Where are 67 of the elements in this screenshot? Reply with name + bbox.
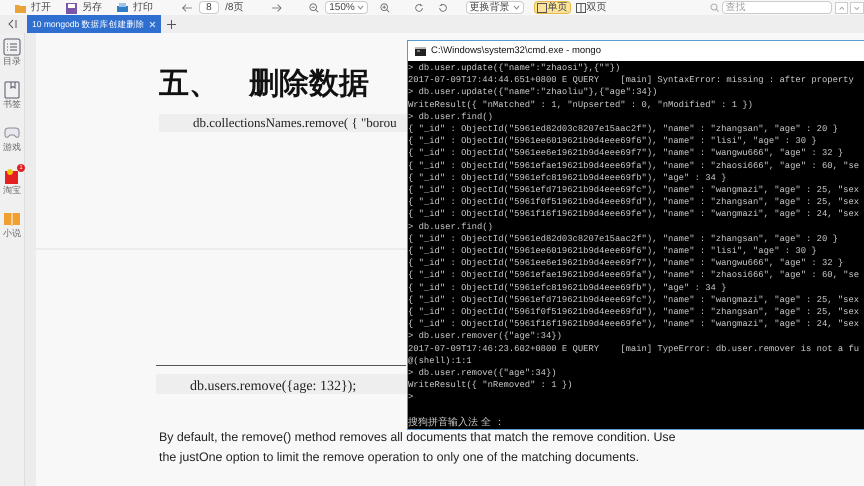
- view-mode-button[interactable]: 单页: [534, 1, 571, 14]
- console-line: >: [408, 391, 414, 404]
- collapse-icon[interactable]: [7, 19, 19, 29]
- search-field[interactable]: 查找: [722, 1, 832, 14]
- right-arrow-icon[interactable]: [271, 2, 284, 12]
- console-line: { "_id" : ObjectId("5961ee6019621b9d4eee69f6"), "name" : "lisi", "age" : 30 }: [408, 135, 818, 148]
- console-line: { "_id" : ObjectId("5961efae19621b9d4eee69fa"), "name" : "zhaosi666", "age" : 60, "se: [408, 160, 860, 172]
- console-line: > db.user.remove({"age":34}): [408, 367, 558, 380]
- window-title: C:\Windows\system32\cmd.exe - mongo: [431, 44, 602, 58]
- toolbar-button[interactable]: 打印: [116, 2, 153, 14]
- console-line: > db.user.update({"name":"zhaoliu"},{"age":34}): [408, 86, 658, 99]
- console-line: > db.user.find(): [408, 220, 494, 233]
- toolbar-button[interactable]: 打开: [14, 2, 51, 14]
- caret-icon[interactable]: [512, 5, 520, 10]
- two-page-icon[interactable]: [576, 2, 586, 12]
- heading-number: 五、: [159, 67, 219, 101]
- sidebar-item[interactable]: 书签: [3, 81, 21, 110]
- single-page-icon[interactable]: [536, 2, 547, 12]
- toolbar-button[interactable]: 另存: [65, 2, 102, 14]
- console-line: { "_id" : ObjectId("5961ed82d03c8207e15aac2f"), "name" : "zhangsan", "age" : 20 }: [408, 123, 839, 136]
- rotate-icon[interactable]: [414, 2, 424, 14]
- console-line: WriteResult({ "nMatched" : 1, "nUpserted" : 0, "nModified" : 1 }): [408, 98, 754, 111]
- console-line: { "_id" : ObjectId("5961efc819621b9d4eee69fb"), "age" : 34 }: [408, 172, 728, 184]
- console-line: { "_id" : ObjectId("5961ee6e19621b9d4eee69f7"), "name" : "wangwu666", "age" : 32 }: [408, 147, 844, 160]
- bookmark-icon[interactable]: [3, 81, 21, 99]
- list-icon[interactable]: [3, 38, 21, 56]
- document-tab[interactable]: 10 mongodb 数据库创建删除: [27, 15, 161, 33]
- console-line: > db.user.update({"name":"zhaosi"},{""}): [408, 62, 622, 74]
- paragraph-line: By default, the remove() method removes all documents that match the remove condition. Use: [159, 429, 677, 446]
- sidebar-item[interactable]: 游戏: [3, 124, 21, 153]
- printer-icon[interactable]: [116, 2, 129, 14]
- terminal-icon[interactable]: [415, 46, 426, 56]
- left-arrow-icon[interactable]: [181, 2, 193, 12]
- zoom-in-icon[interactable]: [380, 2, 390, 14]
- page-total: /8页: [225, 2, 244, 14]
- console-line: WriteResult({ "nRemoved" : 1 }): [408, 379, 574, 392]
- gift-box-icon[interactable]: [3, 167, 21, 185]
- page-number-field[interactable]: 8: [198, 1, 220, 14]
- console-line: { "_id" : ObjectId("5961ee6019621b9d4eee69f6"), "name" : "lisi", "age" : 30 }: [408, 245, 818, 258]
- sidebar-item[interactable]: 目录: [3, 38, 21, 67]
- caret-icon[interactable]: [357, 5, 364, 10]
- console-line: { "_id" : ObjectId("5961efd719621b9d4eee69fc"), "name" : "wangmazi", "age" : 25, "sex: [408, 294, 860, 306]
- zoom-dropdown[interactable]: 150%: [325, 1, 368, 14]
- paragraph-line: the justOne option to limit the remove operation to only one of the matching documents.: [159, 449, 640, 466]
- console-line: 2017-07-09T17:46:23.602+0800 E QUERY [main] TypeError: db.user.remover is not a fu: [408, 342, 860, 355]
- console-line: 2017-07-09T17:44:44.651+0800 E QUERY [main] SyntaxError: missing : after property: [408, 74, 855, 86]
- console-line: { "_id" : ObjectId("5961ee6e19621b9d4eee69f7"), "name" : "wangwu666", "age" : 32 }: [408, 257, 844, 270]
- console-line: { "_id" : ObjectId("5961f0f519621b9d4eee69fd"), "name" : "zhangsan", "age" : 25, "sex: [408, 196, 860, 208]
- plus-icon[interactable]: [167, 20, 176, 28]
- console-line: { "_id" : ObjectId("5961f16f19621b9d4eee69fe"), "name" : "wangmazi", "age" : 24, "sex: [408, 318, 860, 330]
- rotate-icon[interactable]: [438, 2, 448, 14]
- console-line: > db.user.find(): [408, 110, 494, 124]
- console-line: > db.user.remover({"age":34}): [408, 330, 563, 343]
- view-mode-button[interactable]: 双页: [572, 1, 610, 14]
- heading: 删除数据: [249, 67, 369, 101]
- console-line: { "_id" : ObjectId("5961f16f19621b9d4eee69fe"), "name" : "wangmazi", "age" : 24, "sex: [408, 208, 860, 221]
- background-dropdown[interactable]: 更换背景: [466, 1, 524, 14]
- sidebar-item[interactable]: 小说: [3, 210, 21, 239]
- console-line: { "_id" : ObjectId("5961efd719621b9d4eee69fc"), "name" : "wangmazi", "age" : 25, "sex: [408, 184, 860, 196]
- console-line: { "_id" : ObjectId("5961efc819621b9d4eee69fb"), "age" : 34 }: [408, 282, 728, 294]
- zoom-out-icon[interactable]: [309, 2, 320, 14]
- console-line: { "_id" : ObjectId("5961f0f519621b9d4eee69fd"), "name" : "zhangsan", "age" : 25, "sex: [408, 306, 860, 318]
- console-line: { "_id" : ObjectId("5961ed82d03c8207e15aac2f"), "name" : "zhangsan", "age" : 20 }: [408, 232, 839, 246]
- console-line: { "_id" : ObjectId("5961efae19621b9d4eee69fa"), "name" : "zhaosi666", "age" : 60, "se: [408, 269, 860, 282]
- console-line: @(shell):1:1: [408, 354, 473, 368]
- close-icon[interactable]: [149, 20, 156, 28]
- ime-status: 搜狗拼音输入法 全 ：: [408, 416, 506, 430]
